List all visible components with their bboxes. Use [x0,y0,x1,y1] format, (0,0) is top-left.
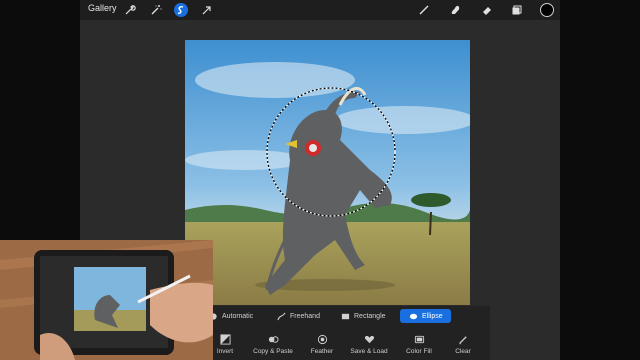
action-label: Copy & Paste [253,348,293,355]
action-label: Clear [455,348,471,355]
selection-modes: Automatic Freehand Rectangle Ellipse [200,309,490,323]
wrench-icon[interactable] [123,3,137,17]
mode-rectangle[interactable]: Rectangle [332,309,394,323]
save-load-button[interactable]: Save & Load [344,330,394,358]
color-fill-button[interactable]: Color Fill [394,330,444,358]
action-label: Feather [310,348,334,355]
mode-freehand[interactable]: Freehand [268,309,328,323]
selection-icon[interactable] [174,3,188,17]
action-label: Save & Load [350,348,388,355]
freehand-icon [276,311,286,321]
heart-icon [363,333,375,345]
right-letterbox [560,0,640,360]
action-label: Invert [216,348,234,355]
clear-button[interactable]: Clear [438,330,488,358]
selection-toolbar: Automatic Freehand Rectangle Ellipse Inv… [200,306,490,360]
gallery-button[interactable]: Gallery [88,3,117,13]
hand-holding-tablet-video [0,240,213,360]
canvas[interactable] [185,40,470,305]
copy-paste-icon [267,333,279,345]
feather-button[interactable]: Feather [297,330,347,358]
invert-icon [219,333,231,345]
rectangle-icon [340,311,350,321]
mode-ellipse[interactable]: Ellipse [400,309,451,323]
action-label: Color Fill [406,348,432,355]
mode-label: Ellipse [422,312,443,320]
smudge-icon[interactable] [448,3,462,17]
magic-wand-icon[interactable] [149,3,163,17]
selection-actions: Invert Copy & Paste Feather Save & Load … [200,330,490,358]
eraser-icon[interactable] [480,3,494,17]
screen: Gallery Automatic Freehand Rectangle Ell… [0,0,640,360]
copy-paste-button[interactable]: Copy & Paste [248,330,298,358]
mode-label: Automatic [222,312,254,320]
layers-icon[interactable] [510,3,524,17]
brush-icon[interactable] [417,3,431,17]
ellipse-icon [408,311,418,321]
elephant-dancing-photo [185,40,470,305]
feather-icon [316,333,328,345]
top-toolbar: Gallery [80,0,560,20]
clear-icon [457,333,469,345]
color-fill-icon [413,333,425,345]
mode-label: Rectangle [354,312,386,320]
picture-in-picture-video [0,240,213,360]
color-icon[interactable] [540,3,554,17]
mode-label: Freehand [290,312,320,320]
transform-arrow-icon[interactable] [200,3,214,17]
